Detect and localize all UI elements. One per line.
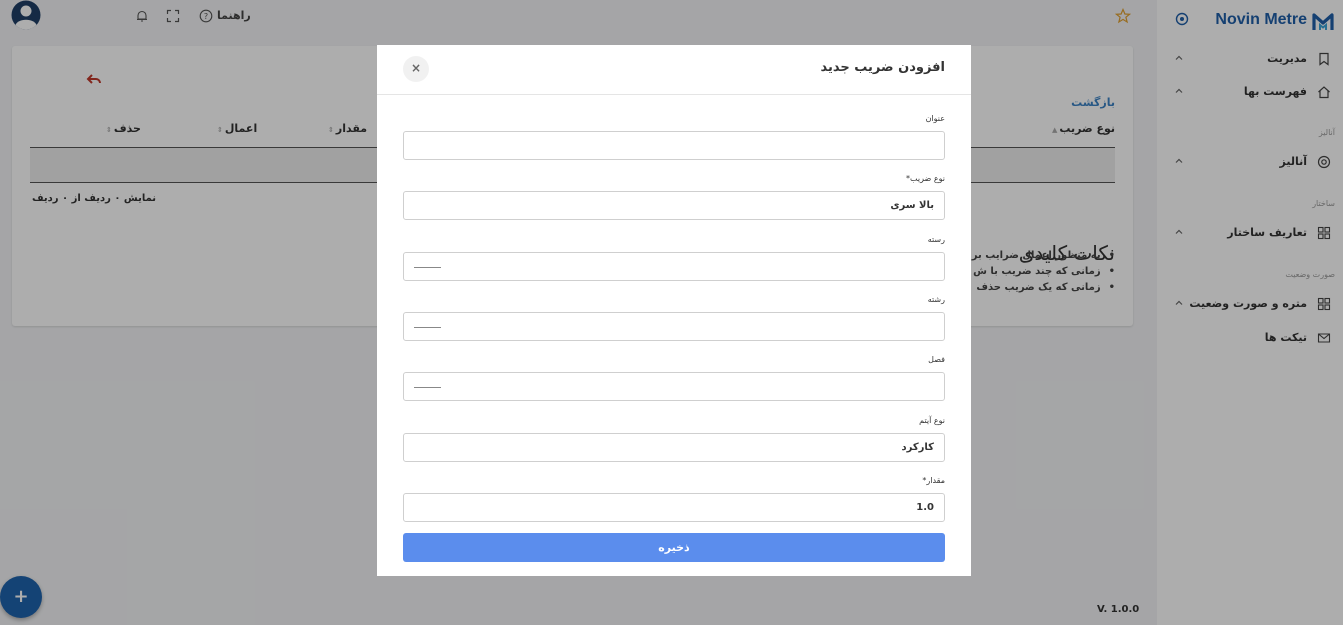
chapter-select[interactable] [403, 372, 945, 401]
discipline-select[interactable] [403, 312, 945, 341]
title-field-label: عنوان [925, 114, 945, 123]
category-select[interactable] [403, 252, 945, 281]
coef-type-field-label: نوع ضریب* [906, 174, 945, 183]
item-type-field-label: نوع آیتم [919, 416, 945, 425]
save-button[interactable]: ذخیره [403, 533, 945, 562]
discipline-field-label: رشته [927, 295, 945, 304]
category-field-label: رسته [927, 235, 945, 244]
empty-dash [414, 327, 441, 328]
modal-header: افزودن ضریب جدید × [377, 45, 971, 95]
coef-type-select[interactable]: بالا سری [403, 191, 945, 220]
empty-dash [414, 387, 441, 388]
modal-title: افزودن ضریب جدید [820, 60, 945, 75]
add-coefficient-modal: افزودن ضریب جدید × عنوان نوع ضریب* بالا … [377, 45, 971, 576]
item-type-select[interactable]: کارکرد [403, 433, 945, 462]
close-button[interactable]: × [403, 56, 429, 82]
title-field[interactable] [403, 131, 945, 160]
amount-input[interactable]: 1.0 [403, 493, 945, 522]
amount-field-label: مقدار* [922, 476, 945, 485]
chapter-field-label: فصل [928, 355, 945, 364]
empty-dash [414, 267, 441, 268]
close-icon: × [410, 61, 422, 75]
